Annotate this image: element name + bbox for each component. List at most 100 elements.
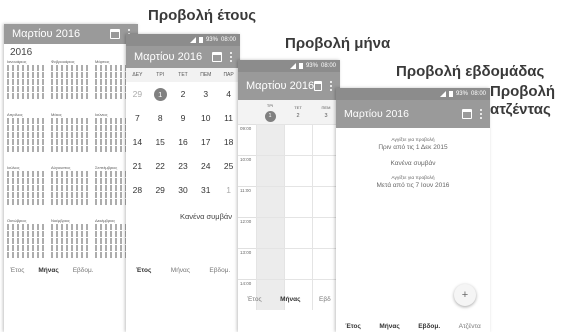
app-bar-title: Μαρτίου 2016: [246, 80, 315, 92]
more-options-icon[interactable]: [230, 52, 232, 62]
day-cell[interactable]: 10: [194, 106, 217, 130]
battery-level: 93%: [205, 37, 218, 43]
caption-agenda-view-line2: ατζέντας: [490, 101, 551, 118]
battery-icon: [298, 63, 303, 69]
mini-month-name: Ιούλιος: [7, 165, 20, 170]
tab-month[interactable]: Μήνας: [280, 296, 300, 303]
mini-month[interactable]: Αύγουστος: [51, 165, 91, 218]
day-cell[interactable]: 29: [149, 178, 172, 202]
calendar-icon[interactable]: [314, 81, 322, 91]
weekday-header: ΔΕΥ ΤΡΙ ΤΕΤ ΠΕΜ ΠΑΡ: [126, 68, 240, 82]
clock: 08:00: [220, 37, 236, 43]
mini-month[interactable]: Απρίλιος: [7, 112, 47, 165]
tab-year[interactable]: Έτος: [247, 296, 261, 303]
tab-month[interactable]: Μήνας: [38, 267, 58, 274]
day-cell[interactable]: 15: [149, 130, 172, 154]
mini-month[interactable]: Νοέμβριος: [51, 218, 91, 271]
mini-month[interactable]: Οκτώβριος: [7, 218, 47, 271]
day-cell[interactable]: 8: [149, 106, 172, 130]
agenda-earlier-link[interactable]: Αγγίξτε για προβολή Πριν από τις 1 Δεκ 2…: [336, 138, 490, 151]
bottom-tabs: Έτος Μήνας Εβδομ. Ατζέντα: [336, 323, 490, 330]
day-cell[interactable]: 9: [172, 106, 195, 130]
calendar-icon[interactable]: [212, 52, 222, 62]
tab-month[interactable]: Μήνας: [379, 323, 399, 330]
caption-year-view: Προβολή έτους: [148, 7, 257, 24]
weekday-label: ΤΕΤ: [178, 72, 188, 78]
day-cell[interactable]: 16: [172, 130, 195, 154]
app-bar: Μαρτίου 2016: [126, 46, 240, 68]
day-cell[interactable]: 22: [149, 154, 172, 178]
day-cell[interactable]: 25: [217, 154, 240, 178]
week-day-column-header[interactable]: ΤΕΤ 2: [284, 100, 312, 124]
plus-icon: +: [461, 289, 469, 301]
more-options-icon[interactable]: [480, 109, 482, 119]
day-cell[interactable]: 7: [126, 106, 149, 130]
day-cell-today[interactable]: 1: [149, 82, 172, 106]
add-event-button[interactable]: +: [454, 284, 476, 306]
signal-icon: [189, 37, 196, 43]
day-cell[interactable]: 18: [217, 130, 240, 154]
battery-level: 93%: [305, 63, 318, 69]
month-view-screen: 93% 08:00 Μαρτίου 2016 ΔΕΥ ΤΡΙ ΤΕΤ ΠΕΜ Π…: [126, 34, 240, 332]
day-cell[interactable]: 29: [126, 82, 149, 106]
caption-month-view: Προβολή μήνα: [285, 35, 391, 52]
day-cell[interactable]: 21: [126, 154, 149, 178]
weekday-label: ΠΕΜ: [200, 72, 212, 78]
week-header-spacer: [238, 100, 256, 124]
tab-year[interactable]: Έτος: [136, 267, 152, 274]
status-bar: 93% 08:00: [126, 34, 240, 46]
caption-week-view: Προβολή εβδομάδας: [396, 63, 545, 80]
weekday-label: ΠΑΡ: [223, 72, 234, 78]
day-cell[interactable]: 23: [172, 154, 195, 178]
day-cell[interactable]: 3: [194, 82, 217, 106]
app-bar-title: Μαρτίου 2016: [12, 28, 81, 40]
tab-agenda[interactable]: Ατζέντα: [459, 323, 481, 330]
bottom-tabs: Έτος Μήνας Εβδομ.: [126, 267, 240, 274]
status-bar: 93% 08:00: [336, 88, 490, 100]
mini-month[interactable]: Φεβρουάριος: [51, 59, 91, 112]
agenda-later-link[interactable]: Αγγίξτε για προβολή Μετά από τις 7 Ιουν …: [336, 176, 490, 189]
day-cell[interactable]: 14: [126, 130, 149, 154]
weekday-label: ΔΕΥ: [132, 72, 143, 78]
tab-week[interactable]: Εβδ: [319, 296, 331, 303]
tab-week[interactable]: Εβδομ.: [418, 323, 440, 330]
day-cell[interactable]: 4: [217, 82, 240, 106]
hour-label: 09:00: [238, 124, 256, 155]
mini-month[interactable]: Ιανουάριος: [7, 59, 47, 112]
clock: 08:00: [320, 63, 336, 69]
tab-week[interactable]: Εβδομ.: [73, 267, 94, 274]
year-view-screen: Μαρτίου 2016 2016 Ιανουάριος Φεβρουάριος…: [4, 24, 138, 332]
no-events-label: Κανένα συμβάν: [180, 212, 232, 221]
more-options-icon[interactable]: [330, 81, 332, 91]
day-cell[interactable]: 28: [126, 178, 149, 202]
tab-month[interactable]: Μήνας: [171, 267, 190, 274]
day-cell[interactable]: 2: [172, 82, 195, 106]
mini-month-name: Ιανουάριος: [7, 59, 27, 64]
day-cell[interactable]: 30: [172, 178, 195, 202]
mini-month-name: Μάιος: [51, 112, 62, 117]
day-cell[interactable]: 24: [194, 154, 217, 178]
bottom-tabs: Έτος Μήνας Εβδ: [238, 296, 340, 303]
hour-label: 10:00: [238, 155, 256, 186]
tab-year[interactable]: Έτος: [10, 267, 24, 274]
mini-month[interactable]: Μάιος: [51, 112, 91, 165]
week-day-column-header[interactable]: ΤΡΙ 1: [256, 100, 284, 124]
hour-label: 14:00: [238, 279, 256, 310]
week-header: ΤΡΙ 1 ΤΕΤ 2 ΠΕΜ 3: [238, 100, 340, 124]
app-bar-title: Μαρτίου 2016: [134, 51, 203, 63]
calendar-icon[interactable]: [462, 109, 472, 119]
day-cell[interactable]: 11: [217, 106, 240, 130]
mini-month[interactable]: Ιούλιος: [7, 165, 47, 218]
tab-year[interactable]: Έτος: [345, 323, 361, 330]
day-cell[interactable]: 1: [217, 178, 240, 202]
app-bar: Μαρτίου 2016: [4, 24, 138, 44]
day-cell[interactable]: 31: [194, 178, 217, 202]
week-day-column[interactable]: [256, 124, 284, 310]
week-day-column[interactable]: [284, 124, 312, 310]
agenda-view-screen: 93% 08:00 Μαρτίου 2016 Αγγίξτε για προβο…: [336, 88, 490, 332]
tab-week[interactable]: Εβδομ.: [209, 267, 230, 274]
mini-month-name: Αύγουστος: [51, 165, 71, 170]
signal-icon: [289, 63, 296, 69]
day-cell[interactable]: 17: [194, 130, 217, 154]
calendar-icon[interactable]: [110, 29, 120, 39]
